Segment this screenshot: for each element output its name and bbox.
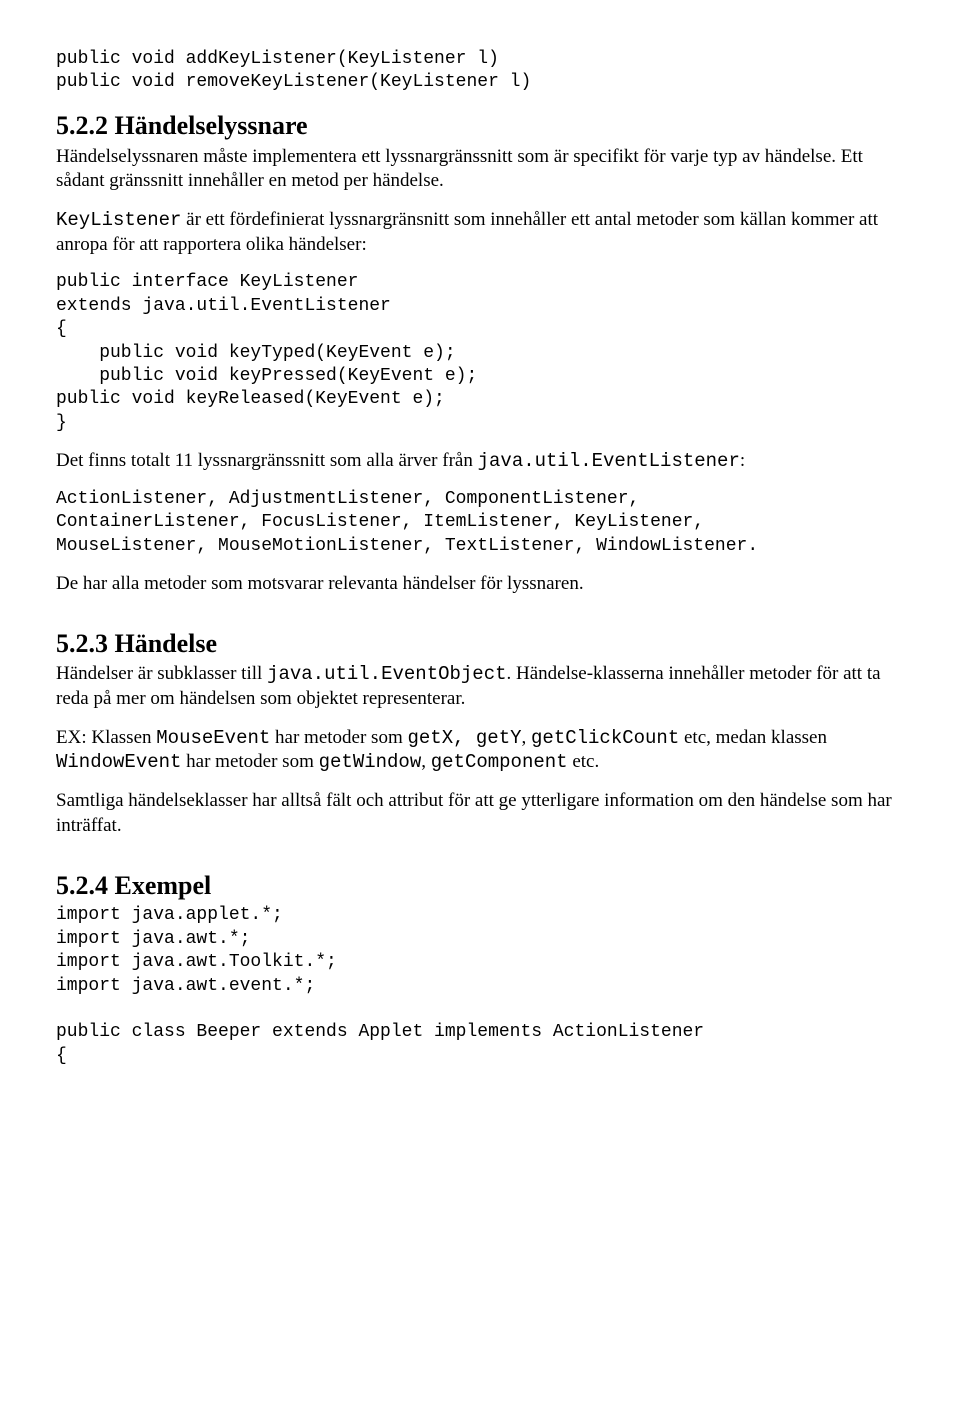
inline-code: getComponent bbox=[431, 751, 568, 773]
paragraph: Händelselyssnaren måste implementera ett… bbox=[56, 145, 904, 194]
paragraph-text: , bbox=[421, 751, 431, 772]
inline-code: WindowEvent bbox=[56, 751, 181, 773]
heading-5-2-3: 5.2.3 Händelse bbox=[56, 627, 904, 661]
paragraph-text: Händelser är subklasser till bbox=[56, 663, 267, 684]
paragraph-text: Det finns totalt 11 lyssnargränssnitt so… bbox=[56, 450, 478, 471]
paragraph-text: etc, medan klassen bbox=[679, 727, 827, 748]
inline-code: getWindow bbox=[319, 751, 422, 773]
paragraph: De har alla metoder som motsvarar releva… bbox=[56, 572, 904, 597]
code-block-top: public void addKeyListener(KeyListener l… bbox=[56, 48, 904, 95]
inline-code: MouseEvent bbox=[156, 727, 270, 749]
inline-code: KeyListener bbox=[56, 209, 181, 231]
code-block-keylistener: public interface KeyListener extends jav… bbox=[56, 271, 904, 435]
inline-code: getX, getY bbox=[407, 727, 521, 749]
paragraph-text: har metoder som bbox=[270, 727, 407, 748]
paragraph-text: har metoder som bbox=[181, 751, 318, 772]
paragraph: Det finns totalt 11 lyssnargränssnitt so… bbox=[56, 449, 904, 474]
inline-code: java.util.EventObject bbox=[267, 663, 506, 685]
code-block-example: import java.applet.*; import java.awt.*;… bbox=[56, 904, 904, 1068]
paragraph-text: EX: Klassen bbox=[56, 727, 156, 748]
paragraph: Händelser är subklasser till java.util.E… bbox=[56, 662, 904, 711]
heading-5-2-4: 5.2.4 Exempel bbox=[56, 869, 904, 903]
paragraph: EX: Klassen MouseEvent har metoder som g… bbox=[56, 726, 904, 775]
paragraph-text: etc. bbox=[568, 751, 600, 772]
inline-code: getClickCount bbox=[531, 727, 679, 749]
code-block-listeners: ActionListener, AdjustmentListener, Comp… bbox=[56, 488, 904, 558]
paragraph: KeyListener är ett fördefinierat lyssnar… bbox=[56, 208, 904, 257]
paragraph-text: : bbox=[740, 450, 745, 471]
paragraph: Samtliga händelseklasser har alltså fält… bbox=[56, 789, 904, 838]
inline-code: java.util.EventListener bbox=[478, 450, 740, 472]
paragraph-text: , bbox=[522, 727, 532, 748]
heading-5-2-2: 5.2.2 Händelselyssnare bbox=[56, 109, 904, 143]
